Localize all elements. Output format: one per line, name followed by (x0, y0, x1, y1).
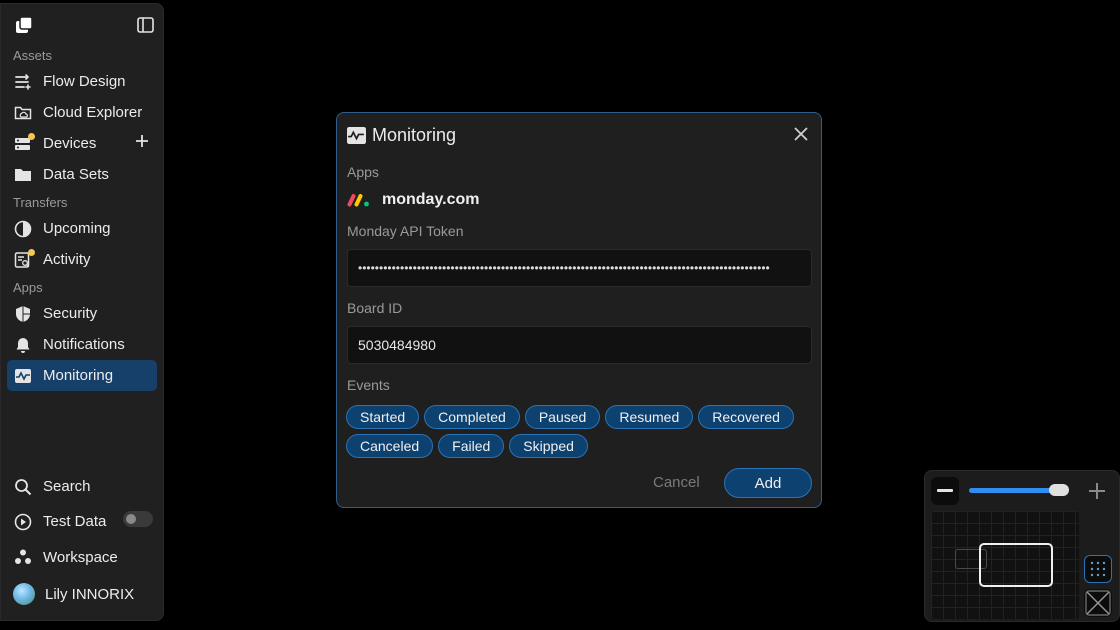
sidebar-item-label: Security (43, 305, 98, 322)
devices-icon (13, 132, 35, 154)
minus-icon (937, 489, 953, 492)
dialog-header: Monitoring (347, 123, 811, 147)
sidebar-item-search[interactable]: Search (7, 470, 157, 503)
sidebar-item-upcoming[interactable]: Upcoming (7, 213, 157, 244)
sidebar-item-workspace[interactable]: Workspace (7, 540, 157, 574)
avatar (13, 583, 35, 605)
add-device-icon[interactable] (135, 134, 149, 148)
sidebar-item-label: Data Sets (43, 166, 109, 183)
section-label-transfers: Transfers (13, 195, 68, 210)
cancel-button[interactable]: Cancel (653, 474, 700, 491)
sidebar-item-profile[interactable]: Lily INNORIX (7, 574, 157, 614)
events-label: Events (347, 377, 390, 393)
sidebar-item-label: Test Data (43, 513, 107, 530)
sidebar-item-label: Search (43, 478, 91, 495)
sidebar-item-label: Flow Design (43, 73, 126, 90)
sidebar-header (1, 4, 163, 46)
zoom-slider-handle[interactable] (1049, 484, 1069, 496)
zoom-slider-fill (969, 488, 1059, 493)
board-id-field[interactable]: 5030484980 (347, 326, 812, 364)
app-logo-icon[interactable] (15, 16, 33, 34)
close-icon[interactable] (793, 126, 809, 142)
sidebar-item-label: Monitoring (43, 367, 114, 384)
sidebar-collapse-icon[interactable] (137, 17, 154, 33)
api-token-value: ••••••••••••••••••••••••••••••••••••••••… (358, 261, 770, 275)
search-icon (13, 477, 33, 497)
shield-icon (13, 304, 33, 324)
workspace-icon (13, 547, 33, 567)
sidebar-item-data-sets[interactable]: Data Sets (7, 159, 157, 190)
app-name: monday.com (382, 191, 480, 208)
monitoring-dialog: Monitoring Apps monday.com Monday API To… (336, 112, 822, 508)
pulse-icon (13, 366, 33, 386)
sidebar-item-monitoring[interactable]: Monitoring (7, 360, 157, 391)
sidebar-item-label: Notifications (43, 336, 125, 353)
section-label-apps: Apps (13, 280, 43, 295)
zoom-out-button[interactable] (931, 477, 959, 505)
monday-logo-icon (347, 194, 369, 207)
events-row-1: Started Completed Paused Resumed Recover… (346, 405, 816, 429)
board-id-value: 5030484980 (358, 337, 436, 353)
event-chip-started[interactable]: Started (346, 405, 420, 429)
apps-label: Apps (347, 164, 379, 180)
notice-dot (28, 132, 35, 140)
flow-icon (13, 72, 33, 92)
section-label-assets: Assets (13, 48, 53, 63)
event-chip-skipped[interactable]: Skipped (509, 434, 588, 458)
selected-app[interactable]: monday.com (347, 191, 480, 209)
sidebar-item-test-data[interactable]: Test Data (7, 503, 157, 540)
minimap-canvas[interactable] (931, 511, 1079, 619)
event-chip-canceled[interactable]: Canceled (346, 434, 434, 458)
folder-icon (13, 165, 33, 185)
sidebar-bottom: Search Test Data Workspace Lily INNORIX (1, 470, 163, 614)
profile-name: Lily INNORIX (45, 585, 135, 603)
api-token-field[interactable]: ••••••••••••••••••••••••••••••••••••••••… (347, 249, 812, 287)
board-id-label: Board ID (347, 300, 403, 316)
dot-grid-icon (1090, 561, 1106, 577)
sidebar-item-security[interactable]: Security (7, 298, 157, 329)
sidebar-item-label: Cloud Explorer (43, 104, 143, 121)
add-button[interactable]: Add (724, 468, 812, 498)
pie-icon (13, 219, 33, 239)
sidebar-item-label: Upcoming (43, 220, 111, 237)
event-chip-resumed[interactable]: Resumed (605, 405, 694, 429)
sidebar-item-label: Devices (43, 135, 97, 152)
zoom-in-icon[interactable] (1087, 481, 1107, 501)
pulse-icon (347, 126, 366, 144)
play-circle-icon (13, 512, 33, 532)
sidebar-item-notifications[interactable]: Notifications (7, 329, 157, 360)
sidebar-item-cloud-explorer[interactable]: Cloud Explorer (7, 97, 157, 128)
fit-cross-icon (1085, 590, 1111, 616)
sidebar-item-flow-design[interactable]: Flow Design (7, 66, 157, 97)
sidebar-item-label: Activity (43, 251, 91, 268)
sidebar-item-activity[interactable]: Activity (7, 244, 157, 275)
event-chip-completed[interactable]: Completed (424, 405, 520, 429)
sidebar: Assets Flow Design Cloud Explorer Device… (0, 3, 164, 621)
notice-dot (28, 248, 35, 256)
snap-grid-button[interactable] (1084, 555, 1112, 583)
event-chip-recovered[interactable]: Recovered (698, 405, 794, 429)
event-chip-paused[interactable]: Paused (524, 405, 601, 429)
test-data-toggle[interactable] (123, 511, 153, 527)
token-label: Monday API Token (347, 223, 464, 239)
minimap-viewport[interactable] (979, 543, 1053, 587)
activity-icon (13, 248, 35, 270)
events-row-2: Canceled Failed Skipped (346, 434, 816, 458)
cloud-folder-icon (13, 103, 33, 123)
fit-view-button[interactable] (1084, 589, 1112, 617)
sidebar-item-label: Workspace (43, 548, 118, 566)
bell-icon (13, 335, 33, 355)
dialog-title: Monitoring (372, 124, 457, 145)
minimap-panel (924, 470, 1120, 622)
sidebar-item-devices[interactable]: Devices (7, 128, 157, 159)
event-chip-failed[interactable]: Failed (438, 434, 505, 458)
zoom-slider[interactable] (969, 484, 1069, 496)
